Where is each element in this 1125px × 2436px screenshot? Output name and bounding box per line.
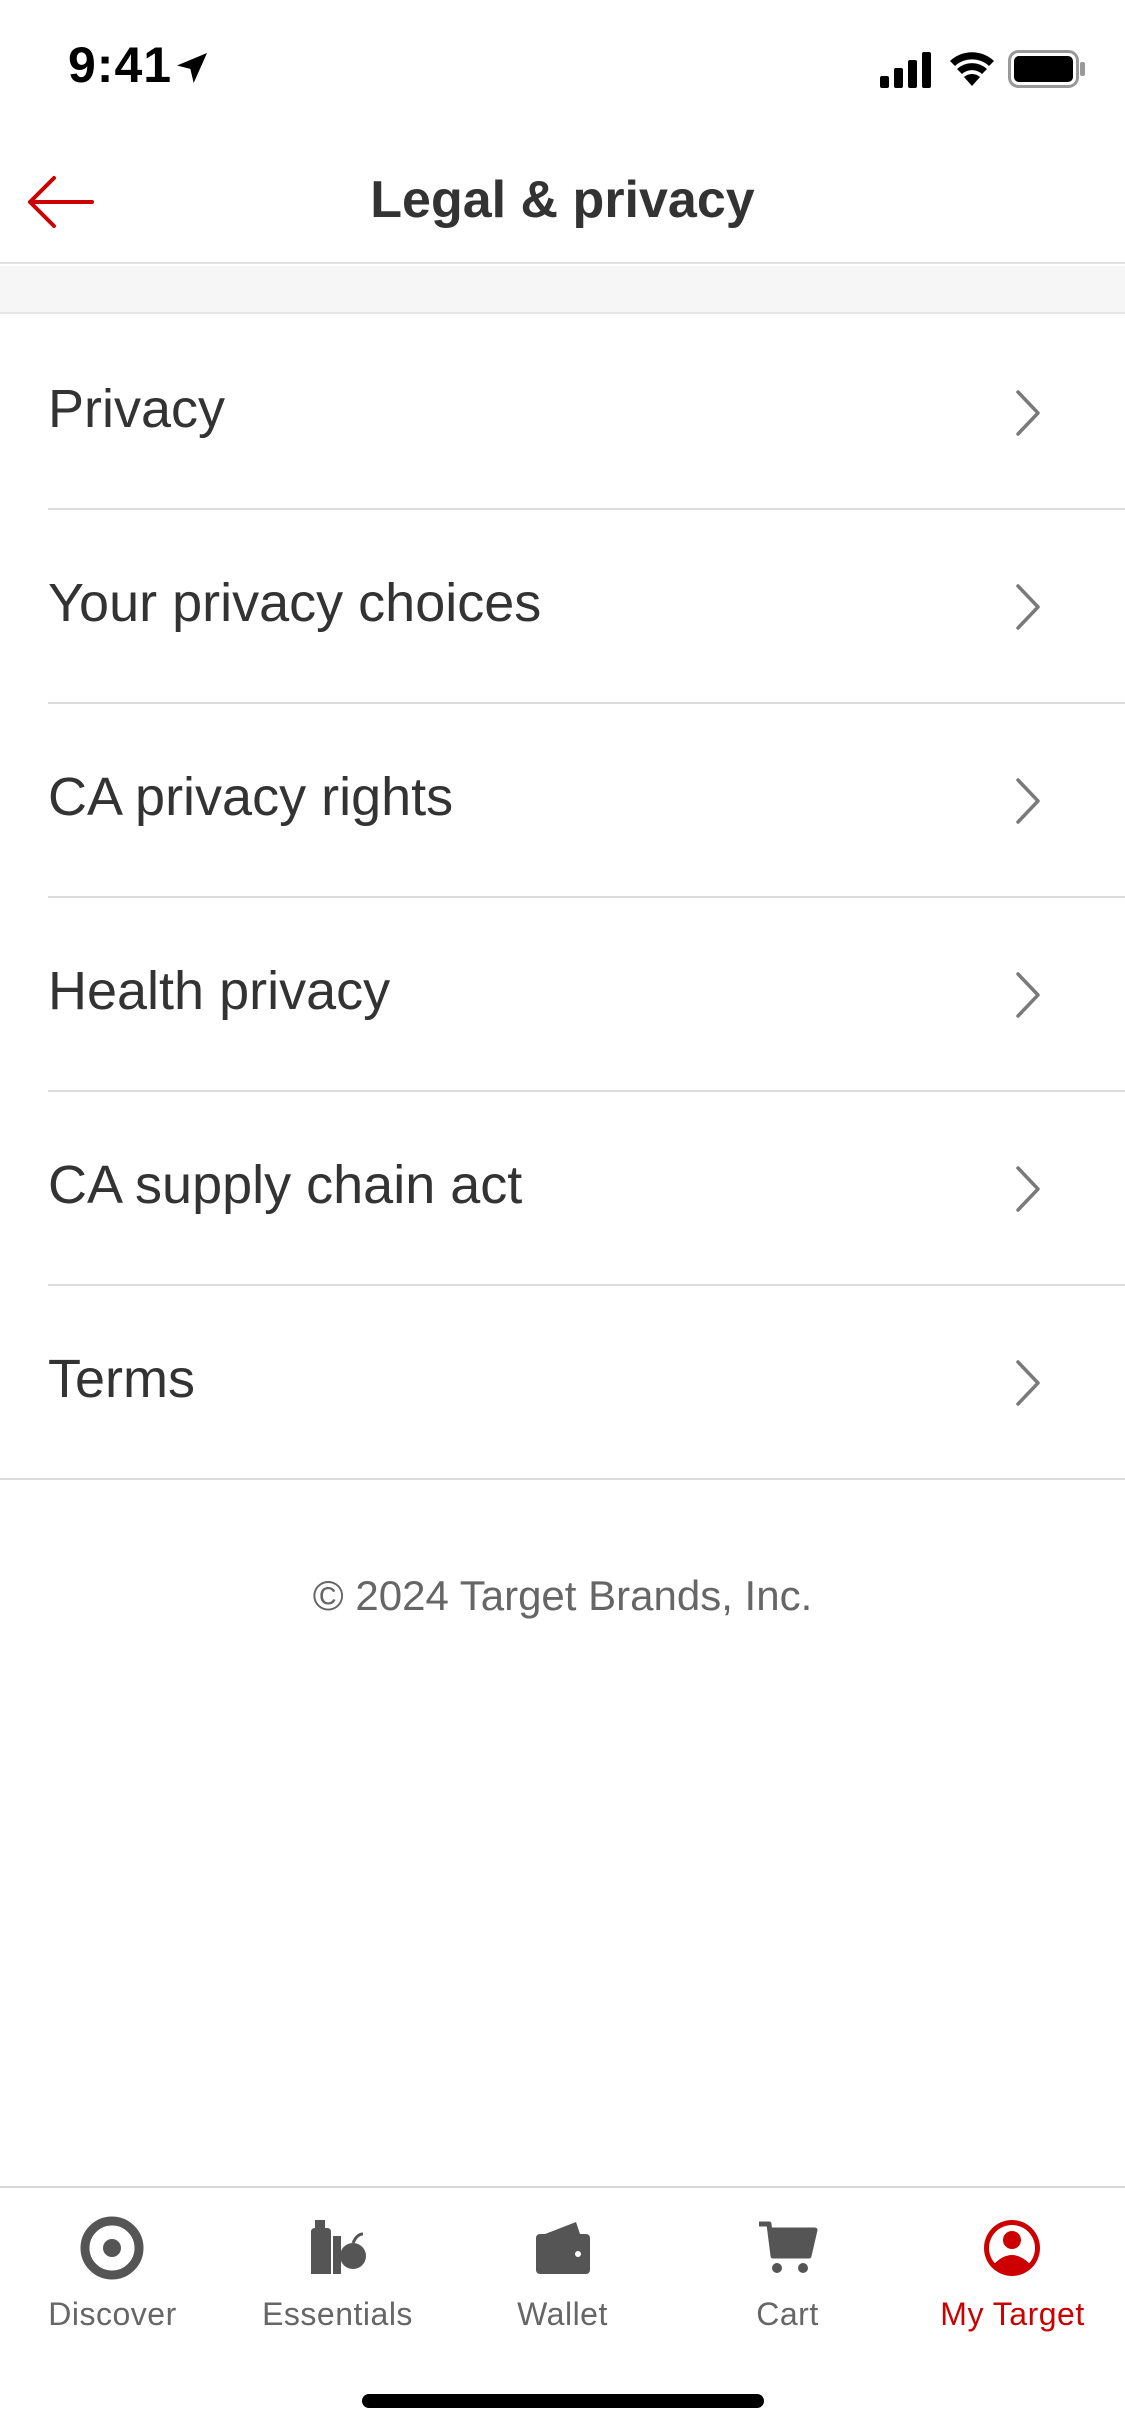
header: Legal & privacy: [0, 140, 1125, 264]
chevron-right-icon: [1016, 390, 1040, 436]
chevron-right-icon: [1016, 778, 1040, 824]
list-item-your-privacy-choices[interactable]: Your privacy choices: [0, 510, 1125, 704]
status-bar: 9:41: [0, 0, 1125, 140]
cellular-signal-icon: [880, 52, 931, 88]
tab-label: My Target: [940, 2296, 1085, 2332]
tab-wallet[interactable]: Wallet: [450, 2188, 675, 2358]
tab-essentials[interactable]: Essentials: [225, 2188, 450, 2358]
target-bullseye-icon: [80, 2216, 144, 2280]
battery-icon: [1008, 50, 1085, 88]
list-item-label: Health privacy: [48, 961, 391, 1021]
list-item-label: CA supply chain act: [48, 1155, 523, 1215]
cart-icon: [759, 2221, 818, 2273]
profile-icon: [984, 2220, 1040, 2276]
copyright-text: © 2024 Target Brands, Inc.: [312, 1572, 813, 1619]
home-indicator[interactable]: [362, 2394, 764, 2408]
wifi-icon: [950, 52, 994, 86]
tab-cart[interactable]: Cart: [675, 2188, 900, 2358]
tab-label: Discover: [48, 2296, 177, 2332]
tab-label: Wallet: [517, 2296, 608, 2332]
chevron-right-icon: [1016, 1166, 1040, 1212]
list-item-privacy[interactable]: Privacy: [0, 316, 1125, 510]
list-item-health-privacy[interactable]: Health privacy: [0, 898, 1125, 1092]
screen: 9:41 Legal & privacy Privacy Your privac…: [0, 0, 1125, 2436]
essentials-icon: [311, 2220, 366, 2274]
chevron-right-icon: [1016, 1360, 1040, 1406]
list-item-ca-privacy-rights[interactable]: CA privacy rights: [0, 704, 1125, 898]
tab-label: Essentials: [262, 2296, 413, 2332]
tab-discover[interactable]: Discover: [0, 2188, 225, 2358]
page-title: Legal & privacy: [370, 171, 755, 229]
list-item-ca-supply-chain-act[interactable]: CA supply chain act: [0, 1092, 1125, 1286]
list-item-terms[interactable]: Terms: [0, 1286, 1125, 1480]
list-item-label: Privacy: [48, 379, 226, 439]
list-item-label: Your privacy choices: [48, 573, 542, 633]
wallet-icon: [536, 2222, 590, 2274]
list-item-label: CA privacy rights: [48, 767, 454, 827]
legal-list: Privacy Your privacy choices CA privacy …: [0, 316, 1125, 1480]
status-time: 9:41: [68, 37, 173, 93]
chevron-right-icon: [1016, 972, 1040, 1018]
tab-my-target[interactable]: My Target: [900, 2188, 1125, 2358]
location-arrow-icon: [177, 53, 207, 83]
divider: [0, 1478, 1125, 1480]
section-spacer: [0, 266, 1125, 314]
chevron-right-icon: [1016, 584, 1040, 630]
tab-label: Cart: [756, 2296, 819, 2332]
list-item-label: Terms: [48, 1349, 195, 1409]
